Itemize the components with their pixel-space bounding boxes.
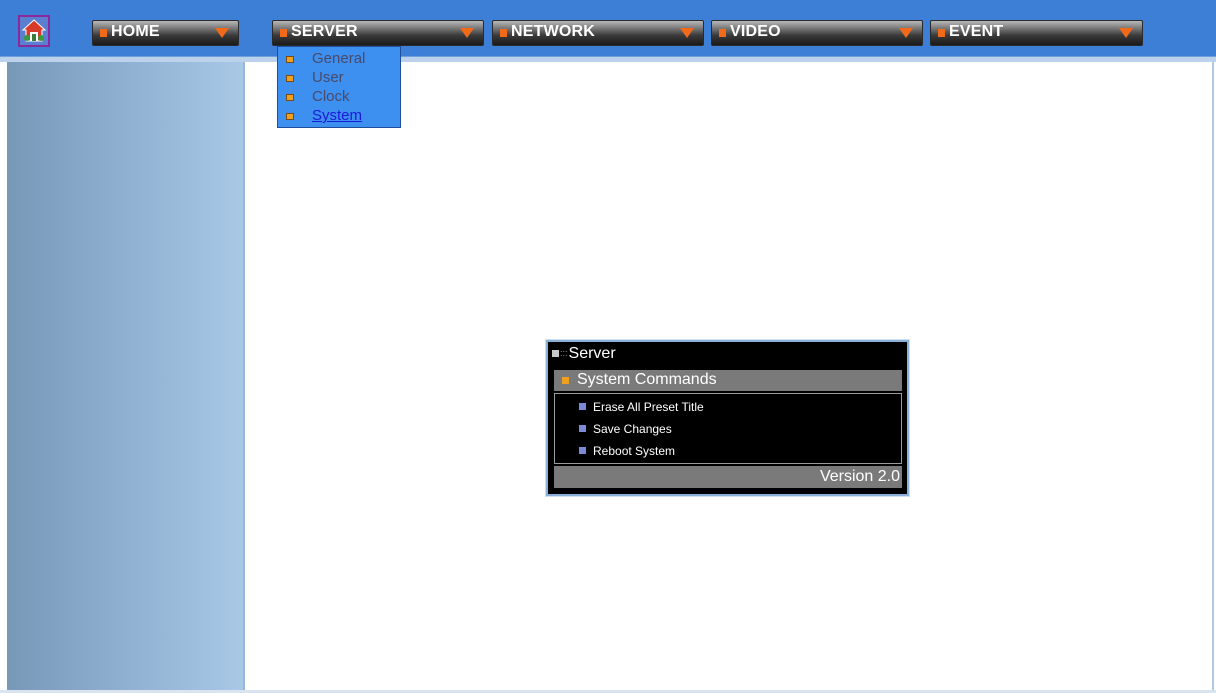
nav-event-label: EVENT: [949, 23, 1004, 40]
nav-marker-icon: [280, 29, 287, 37]
menu-bullet-icon: [286, 94, 294, 101]
nav-marker-icon: [100, 29, 107, 37]
command-bullet-icon: [579, 447, 586, 454]
nav-marker-icon: [500, 29, 507, 37]
nav-event-button[interactable]: EVENT: [930, 20, 1143, 46]
nav-video-label: VIDEO: [730, 23, 781, 40]
server-dropdown-menu: General User Clock System: [277, 46, 401, 128]
app-frame: HOME SERVER NETWORK VIDEO EVENT General …: [0, 0, 1216, 693]
menu-item-label: Clock: [312, 88, 350, 105]
chevron-down-icon: [215, 28, 229, 38]
top-navigation-bar: HOME SERVER NETWORK VIDEO EVENT: [0, 0, 1216, 62]
nav-marker-icon: [938, 29, 945, 37]
command-list: Erase All Preset Title Save Changes Rebo…: [554, 393, 902, 464]
nav-server-button[interactable]: SERVER: [272, 20, 484, 46]
chevron-down-icon: [899, 28, 913, 38]
panel-title: :::Server: [552, 345, 616, 363]
section-header: System Commands: [554, 370, 902, 391]
nav-server-label: SERVER: [291, 23, 358, 40]
nav-marker-icon: [719, 29, 726, 37]
menu-item-label: User: [312, 69, 344, 86]
nav-home-button[interactable]: HOME: [92, 20, 239, 46]
panel-title-text: Server: [568, 345, 616, 362]
version-label: Version 2.0: [554, 466, 902, 488]
home-logo-icon[interactable]: [18, 15, 50, 47]
section-title: System Commands: [577, 371, 717, 388]
command-label: Reboot System: [593, 444, 676, 458]
menu-item-label: General: [312, 50, 366, 67]
server-panel: :::Server System Commands Erase All Pres…: [546, 340, 909, 496]
nav-network-label: NETWORK: [511, 23, 596, 40]
left-margin: [0, 62, 7, 693]
menu-bullet-icon: [286, 113, 294, 120]
sidebar-divider: [243, 62, 245, 693]
nav-video-button[interactable]: VIDEO: [711, 20, 923, 46]
command-label: Erase All Preset Title: [593, 400, 704, 414]
menu-bullet-icon: [286, 75, 294, 82]
command-bullet-icon: [579, 403, 586, 410]
command-bullet-icon: [579, 425, 586, 432]
panel-marker-icon: [552, 350, 559, 357]
chevron-down-icon: [1119, 28, 1133, 38]
house-icon: [21, 19, 47, 42]
nav-home-label: HOME: [111, 23, 160, 40]
chevron-down-icon: [680, 28, 694, 38]
nav-network-button[interactable]: NETWORK: [492, 20, 704, 46]
chevron-down-icon: [460, 28, 474, 38]
dotted-separator-icon: :::: [560, 348, 568, 358]
right-margin: [1212, 62, 1214, 693]
section-bullet-icon: [562, 377, 569, 384]
menu-bullet-icon: [286, 56, 294, 63]
command-label: Save Changes: [593, 422, 672, 436]
menu-item-label: System: [312, 107, 363, 124]
left-sidebar: [7, 62, 243, 693]
